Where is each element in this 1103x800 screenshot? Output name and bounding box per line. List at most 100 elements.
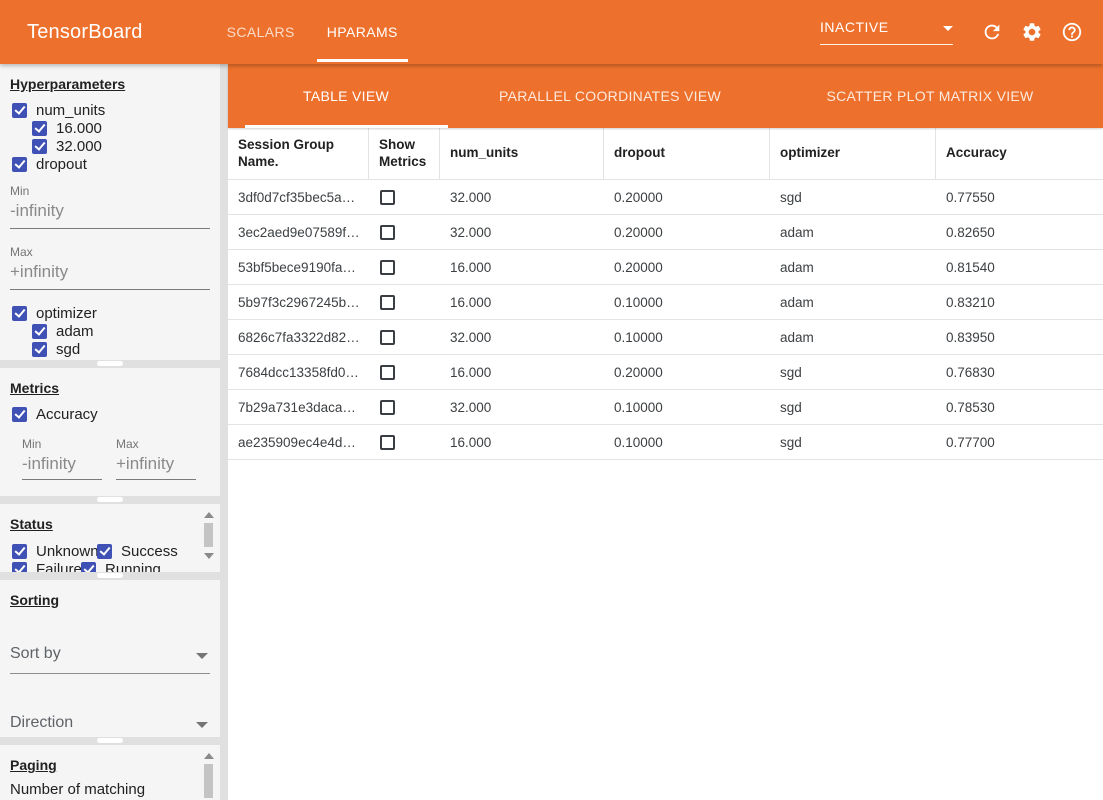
status-failure[interactable]: Failure bbox=[12, 561, 81, 573]
unknown-checkbox[interactable] bbox=[12, 544, 27, 559]
hparam-optimizer[interactable]: optimizer bbox=[12, 304, 220, 322]
optimizer-value: adam bbox=[770, 260, 936, 275]
max-label: Max bbox=[116, 437, 196, 451]
sgd-checkbox[interactable] bbox=[32, 342, 47, 357]
accuracy-value: 0.76830 bbox=[936, 365, 1103, 380]
hparam-num-units-32[interactable]: 32.000 bbox=[32, 137, 220, 155]
tab-hparams-label: HPARAMS bbox=[327, 24, 398, 40]
dropout-checkbox[interactable] bbox=[12, 157, 27, 172]
optimizer-value: adam bbox=[770, 330, 936, 345]
session-group-name: 3ec2aed9e07589f… bbox=[228, 225, 369, 240]
metrics-panel: Metrics Accuracy Min -infinity Max +infi… bbox=[0, 368, 220, 496]
accuracy-value: 0.77700 bbox=[936, 435, 1103, 450]
plugin-tabs: SCALARS HPARAMS bbox=[211, 0, 414, 64]
show-metrics-cell bbox=[369, 225, 440, 240]
session-groups-table: Session Group Name. Show Metrics num_uni… bbox=[228, 128, 1103, 460]
tab-hparams[interactable]: HPARAMS bbox=[311, 0, 414, 64]
accuracy-value: 0.78530 bbox=[936, 400, 1103, 415]
table-body: 3df0d7cf35bec5a…32.0000.20000sgd0.775503… bbox=[228, 180, 1103, 460]
refresh-icon[interactable] bbox=[981, 21, 1003, 43]
failure-checkbox[interactable] bbox=[12, 562, 27, 573]
num-units-16-checkbox[interactable] bbox=[32, 121, 47, 136]
section-resize-handle[interactable] bbox=[97, 738, 123, 743]
hparam-num-units-16[interactable]: 16.000 bbox=[32, 119, 220, 137]
sorting-panel: Sorting Sort by Direction bbox=[0, 580, 220, 737]
section-resize-handle[interactable] bbox=[97, 573, 123, 578]
sort-by-select[interactable]: Sort by bbox=[10, 641, 210, 674]
show-metrics-checkbox[interactable] bbox=[380, 190, 395, 205]
adam-checkbox[interactable] bbox=[32, 324, 47, 339]
show-metrics-cell bbox=[369, 330, 440, 345]
status-row-1: Unknown Success bbox=[12, 542, 220, 560]
num-units-checkbox[interactable] bbox=[12, 103, 27, 118]
column-header-dropout[interactable]: dropout bbox=[604, 128, 770, 179]
column-header-show-metrics[interactable]: Show Metrics bbox=[369, 128, 440, 179]
help-icon[interactable] bbox=[1061, 21, 1083, 43]
scrollbar-thumb[interactable] bbox=[204, 523, 213, 547]
status-unknown[interactable]: Unknown bbox=[12, 543, 97, 560]
session-group-name: 53bf5bece9190fa… bbox=[228, 260, 369, 275]
show-metrics-checkbox[interactable] bbox=[380, 330, 395, 345]
table-row: 53bf5bece9190fa…16.0000.20000adam0.81540 bbox=[228, 250, 1103, 285]
matching-groups-summary: Number of matching session groups: 8 bbox=[10, 781, 190, 800]
num-units-32-checkbox[interactable] bbox=[32, 139, 47, 154]
optimizer-value: adam bbox=[770, 225, 936, 240]
hparam-num-units[interactable]: num_units bbox=[12, 101, 220, 119]
settings-icon[interactable] bbox=[1021, 21, 1043, 43]
top-toolbar: TensorBoard SCALARS HPARAMS INACTIVE bbox=[0, 0, 1103, 64]
show-metrics-checkbox[interactable] bbox=[380, 260, 395, 275]
hparam-optimizer-sgd[interactable]: sgd bbox=[32, 340, 220, 358]
status-success[interactable]: Success bbox=[97, 543, 178, 560]
scrollbar-thumb[interactable] bbox=[204, 764, 213, 798]
running-checkbox[interactable] bbox=[81, 562, 96, 573]
tab-table-view[interactable]: TABLE VIEW bbox=[303, 64, 389, 128]
show-metrics-cell bbox=[369, 435, 440, 450]
status-scrollbar[interactable] bbox=[203, 512, 214, 570]
accuracy-checkbox[interactable] bbox=[12, 407, 27, 422]
show-metrics-checkbox[interactable] bbox=[380, 365, 395, 380]
optimizer-value: sgd bbox=[770, 365, 936, 380]
show-metrics-cell bbox=[369, 365, 440, 380]
tab-scatter-plot-matrix-view[interactable]: SCATTER PLOT MATRIX VIEW bbox=[826, 64, 1033, 128]
hparam-dropout[interactable]: dropout bbox=[12, 155, 220, 173]
show-metrics-checkbox[interactable] bbox=[380, 295, 395, 310]
scrollbar-up-icon[interactable] bbox=[204, 512, 214, 518]
runs-status-selector[interactable]: INACTIVE bbox=[820, 19, 953, 45]
min-label: Min bbox=[22, 437, 102, 451]
min-input[interactable]: -infinity bbox=[10, 201, 210, 229]
active-view-tab-indicator bbox=[245, 125, 448, 128]
active-tab-indicator bbox=[317, 59, 408, 62]
success-checkbox[interactable] bbox=[97, 544, 112, 559]
section-resize-handle[interactable] bbox=[97, 361, 123, 366]
chevron-down-icon bbox=[943, 26, 953, 31]
direction-select[interactable]: Direction bbox=[10, 710, 210, 737]
hyperparameters-panel: Hyperparameters num_units 16.000 32.000 … bbox=[0, 64, 220, 360]
table-header: Session Group Name. Show Metrics num_uni… bbox=[228, 128, 1103, 180]
min-input[interactable]: -infinity bbox=[22, 454, 102, 480]
show-metrics-checkbox[interactable] bbox=[380, 435, 395, 450]
section-resize-handle[interactable] bbox=[97, 497, 123, 502]
column-header-optimizer[interactable]: optimizer bbox=[770, 128, 936, 179]
session-group-name: ae235909ec4e4d… bbox=[228, 435, 369, 450]
optimizer-checkbox[interactable] bbox=[12, 306, 27, 321]
toolbar-actions: INACTIVE bbox=[820, 0, 1083, 64]
dropout-value: 0.10000 bbox=[604, 295, 770, 310]
max-input[interactable]: +infinity bbox=[10, 262, 210, 290]
runs-status-value: INACTIVE bbox=[820, 19, 889, 35]
metric-accuracy[interactable]: Accuracy bbox=[12, 405, 220, 423]
paging-scrollbar[interactable] bbox=[203, 753, 214, 799]
column-header-accuracy[interactable]: Accuracy bbox=[936, 128, 1103, 179]
status-running[interactable]: Running bbox=[81, 561, 161, 573]
column-header-num-units[interactable]: num_units bbox=[440, 128, 604, 179]
show-metrics-checkbox[interactable] bbox=[380, 400, 395, 415]
hparam-optimizer-adam[interactable]: adam bbox=[32, 322, 220, 340]
column-header-session-group-name[interactable]: Session Group Name. bbox=[228, 128, 369, 179]
tab-scalars[interactable]: SCALARS bbox=[211, 0, 311, 64]
scrollbar-up-icon[interactable] bbox=[204, 753, 214, 759]
scrollbar-down-icon[interactable] bbox=[204, 553, 214, 559]
table-row: 6826c7fa3322d82…32.0000.10000adam0.83950 bbox=[228, 320, 1103, 355]
show-metrics-checkbox[interactable] bbox=[380, 225, 395, 240]
max-input[interactable]: +infinity bbox=[116, 454, 196, 480]
sorting-heading: Sorting bbox=[10, 592, 210, 608]
tab-parallel-coordinates-view[interactable]: PARALLEL COORDINATES VIEW bbox=[499, 64, 721, 128]
